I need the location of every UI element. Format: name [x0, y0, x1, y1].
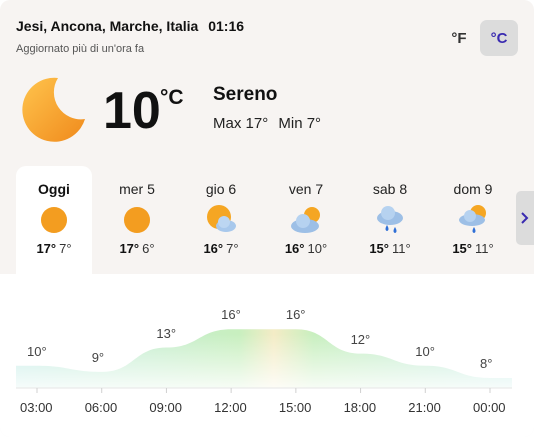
partly-cloudy-icon [207, 205, 236, 232]
day-high: 16° [203, 241, 224, 256]
day-low: 7° [59, 241, 72, 256]
sunny-icon [124, 207, 150, 233]
hourly-temp-label: 13° [156, 325, 177, 341]
sunny-icon [41, 207, 67, 233]
hour-label: 18:00 [343, 400, 377, 415]
day-low: 10° [307, 241, 328, 256]
day-temps: 15° 11° [435, 241, 511, 256]
area-fade [16, 334, 512, 388]
day-item[interactable]: Oggi 17° 7° [16, 166, 92, 274]
day-name: dom 9 [453, 181, 493, 197]
day-high: 17° [36, 241, 57, 256]
location-header: Jesi, Ancona, Marche, Italia 01:16 [16, 18, 244, 34]
hourly-temp-label: 10° [415, 343, 435, 359]
fahrenheit-button[interactable]: °F [440, 20, 478, 56]
moon-icon [22, 77, 85, 142]
day-high: 17° [119, 241, 140, 256]
day-low: 11° [391, 241, 411, 256]
hourly-temp-label: 8° [480, 356, 493, 371]
hour-label: 21:00 [408, 400, 441, 415]
max-temperature: Max 17° [213, 115, 269, 132]
rain-icon [377, 206, 403, 233]
chevron-right-icon [521, 212, 529, 224]
hour-label: 00:00 [473, 400, 506, 415]
hourly-temp-label: 10° [27, 343, 47, 359]
current-temperature-unit: °C [160, 86, 184, 109]
day-name: gio 6 [205, 181, 237, 197]
current-time: 01:16 [208, 18, 245, 34]
hourly-temp-label: 9° [91, 349, 105, 365]
day-name: sab 8 [372, 181, 408, 197]
day-temps: 16° 10° [268, 241, 344, 256]
mostly-cloudy-icon [291, 207, 320, 233]
min-temperature: Min 7° [278, 115, 322, 132]
day-item[interactable]: gio 6 16° 7° [183, 166, 259, 274]
updated-text: Aggiornato più di un'ora fa [16, 43, 145, 55]
hourly-temp-label: 16° [221, 307, 241, 323]
hour-label: 03:00 [20, 400, 53, 415]
day-name: mer 5 [119, 181, 155, 197]
day-name: ven 7 [288, 181, 324, 197]
day-item[interactable]: ven 7 16° 10° [268, 166, 344, 274]
hourly-temperature-chart [16, 329, 512, 393]
hourly-temp-label: 16° [285, 307, 306, 323]
next-days-button[interactable] [516, 191, 534, 245]
celsius-button[interactable]: °C [480, 20, 518, 56]
daily-forecast: Oggi 17° 7° mer 5 17° 6° gio 6 16° 7° ven 7 [16, 166, 512, 274]
day-temps: 17° 7° [16, 241, 92, 256]
day-temps: 17° 6° [99, 241, 175, 256]
current-max-min: Max 17° Min 7° [213, 115, 327, 132]
hour-label: 09:00 [149, 400, 182, 415]
day-item[interactable]: sab 8 15° 11° [352, 166, 428, 274]
current-temperature: 10 [103, 82, 161, 140]
day-high: 16° [284, 241, 305, 256]
day-low: 6° [142, 241, 155, 256]
hourly-temp-label: 12° [350, 331, 371, 347]
unit-toggle: °F °C [440, 20, 518, 56]
day-temps: 16° 7° [183, 241, 259, 256]
hourly-forecast: 10° 03:00 9° 06:00 13° 09:00 16° 12:00 16° 15:00 1… [0, 274, 534, 437]
day-low: 11° [474, 241, 494, 256]
hour-label: 15:00 [278, 400, 312, 415]
day-item[interactable]: dom 9 15° 11° [435, 166, 511, 274]
hour-label: 06:00 [84, 400, 118, 415]
day-high: 15° [452, 241, 472, 256]
current-condition: Sereno [213, 84, 278, 105]
day-high: 15° [369, 241, 389, 256]
day-low: 7° [226, 241, 239, 256]
hour-label: 12:00 [214, 400, 247, 415]
location-name: Jesi, Ancona, Marche, Italia [16, 18, 199, 34]
sun-rain-icon [459, 205, 486, 233]
day-item[interactable]: mer 5 17° 6° [99, 166, 175, 274]
weather-card: Jesi, Ancona, Marche, Italia 01:16 Aggio… [0, 0, 534, 437]
day-name: Oggi [38, 181, 70, 197]
day-temps: 15° 11° [352, 241, 428, 256]
